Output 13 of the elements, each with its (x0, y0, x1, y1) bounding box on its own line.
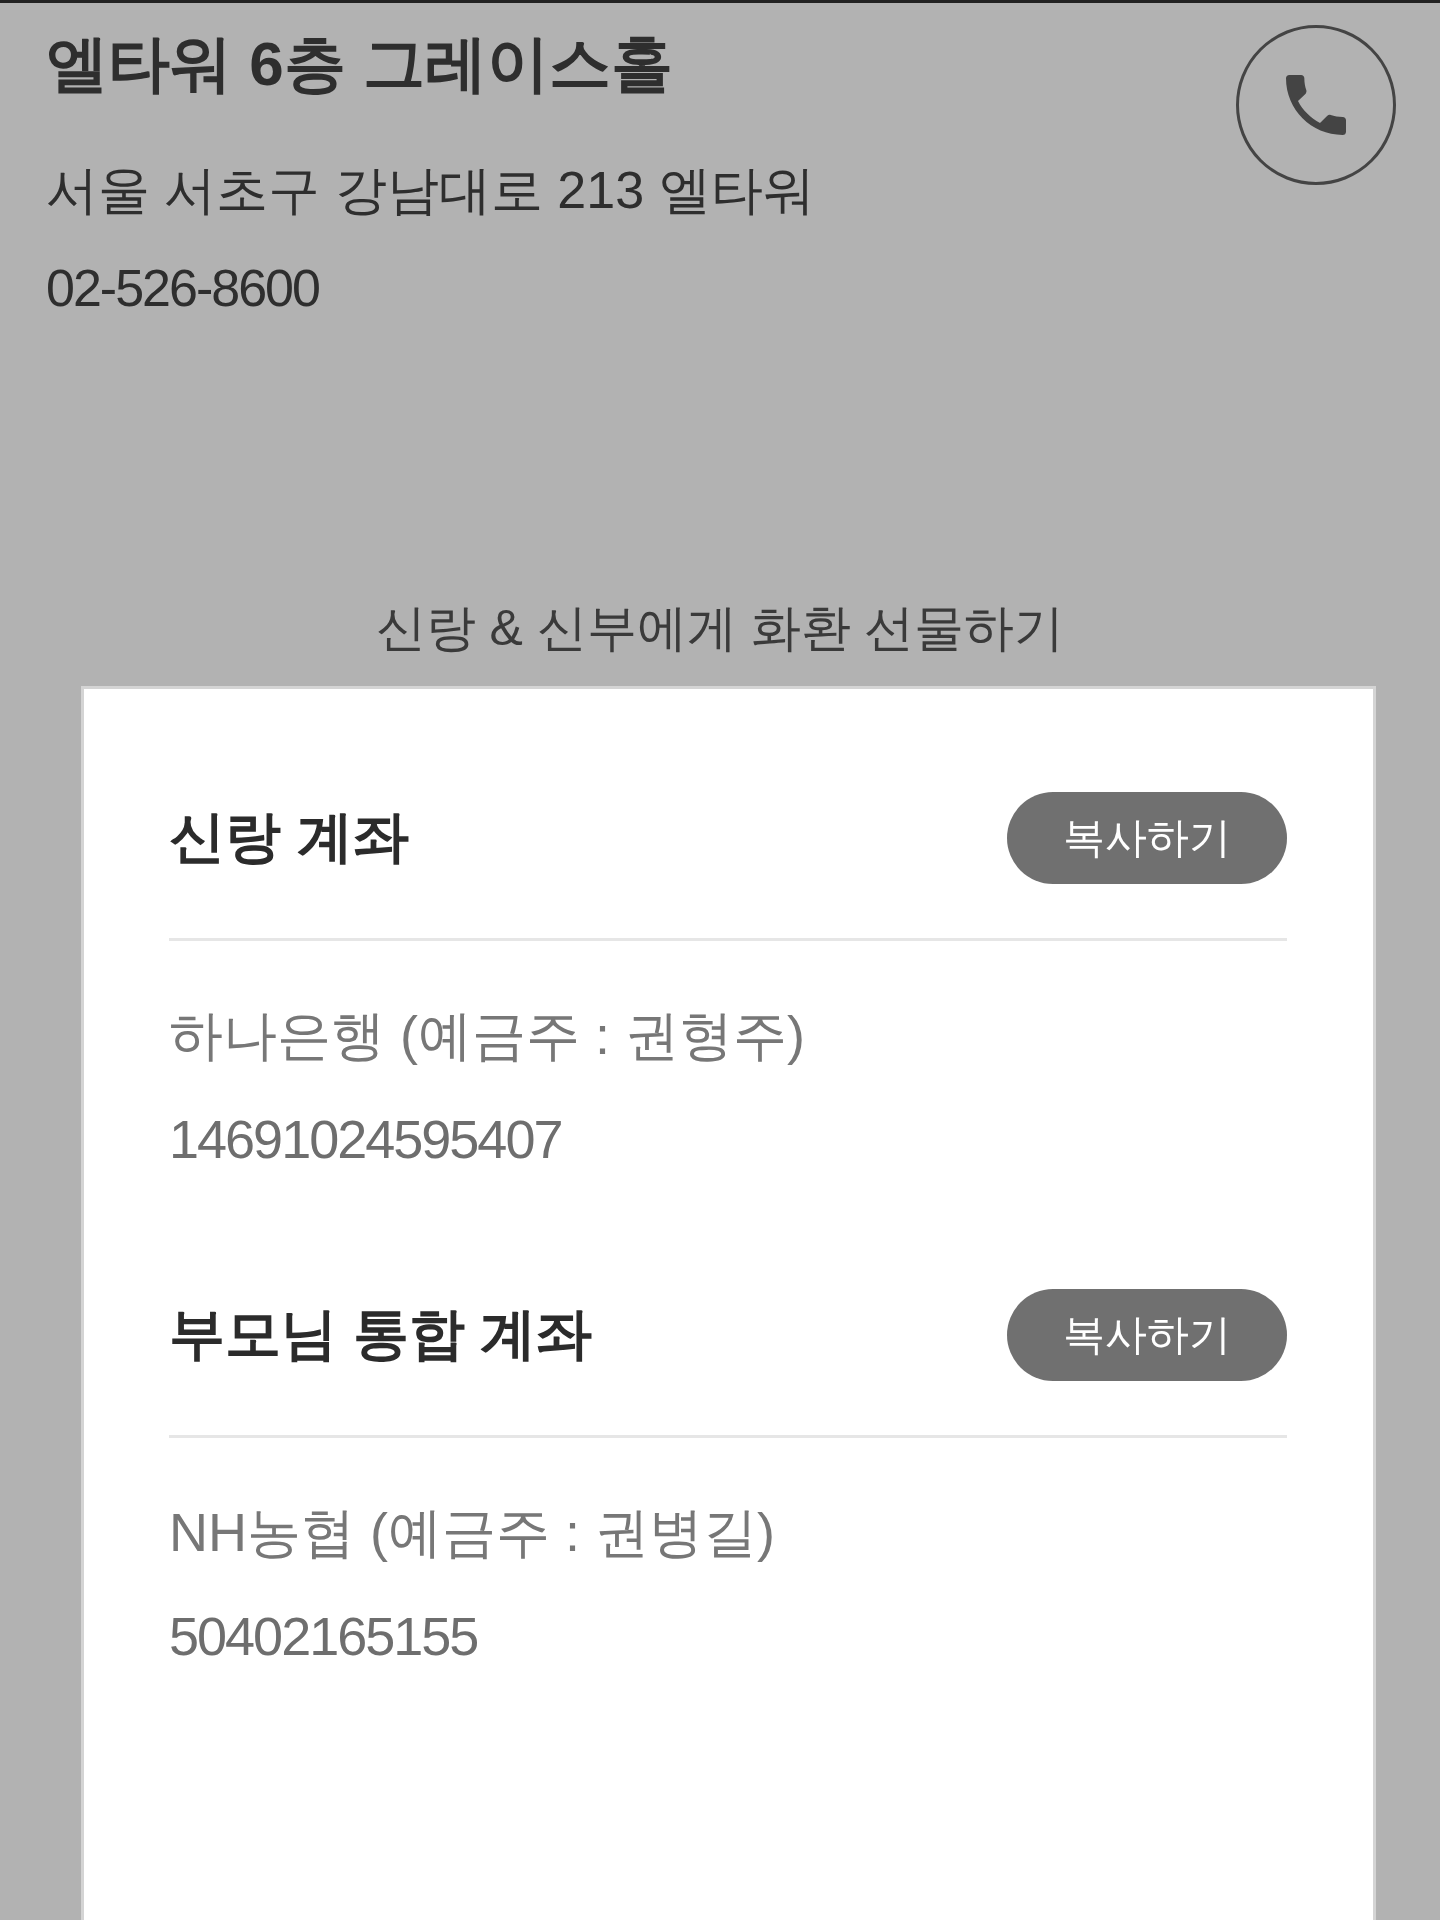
venue-address: 서울 서초구 강남대로 213 엘타워 (46, 160, 815, 221)
account-title: 부모님 통합 계좌 (169, 1301, 593, 1367)
bank-holder: 하나은행 (예금주 : 권형주) (169, 1004, 806, 1067)
flower-gift-link[interactable]: 신랑 & 신부에게 화환 선물하기 (375, 588, 1065, 668)
venue-name: 엘타워 6층 그레이스홀 (46, 28, 674, 100)
account-title: 신랑 계좌 (169, 804, 409, 870)
bank-holder: NH농협 (예금주 : 권병길) (169, 1501, 776, 1564)
call-button[interactable] (1236, 25, 1396, 185)
copy-button[interactable]: 복사하기 (1007, 1289, 1287, 1381)
copy-button[interactable]: 복사하기 (1007, 792, 1287, 884)
account-number: 14691024595407 (169, 1108, 563, 1171)
account-number: 50402165155 (169, 1605, 479, 1668)
venue-phone: 02-526-8600 (46, 258, 320, 319)
